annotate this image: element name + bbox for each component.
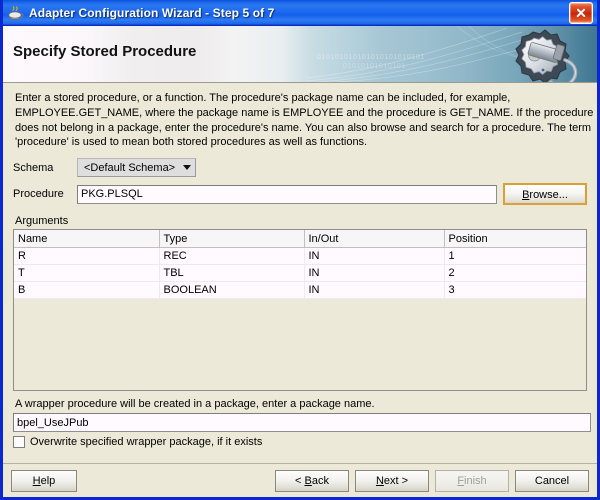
table-header-row: Name Type In/Out Position (14, 230, 586, 249)
cell-name: B (14, 281, 160, 300)
browse-label-rest: rowse... (529, 189, 568, 202)
next-button[interactable]: Next > (355, 469, 429, 492)
column-header-inout[interactable]: In/Out (304, 230, 445, 249)
table-row[interactable]: R REC IN 1 (14, 247, 586, 266)
column-header-type[interactable]: Type (159, 230, 305, 249)
schema-label: Schema (13, 161, 54, 174)
cell-position: 2 (444, 264, 586, 283)
cancel-button[interactable]: Cancel (515, 469, 589, 492)
wizard-banner: Specify Stored Procedure 010101010101010… (3, 26, 597, 83)
cell-position: 1 (444, 247, 586, 266)
title-bar: Adapter Configuration Wizard - Step 5 of… (3, 0, 597, 26)
cell-name: R (14, 247, 160, 266)
wizard-window: Adapter Configuration Wizard - Step 5 of… (0, 0, 600, 500)
java-coffee-cup-icon (7, 4, 25, 22)
description-line-2: EMPLOYEE.GET_NAME, where the package nam… (15, 106, 594, 119)
help-mnemonic: H (32, 474, 41, 487)
cell-name: T (14, 264, 160, 283)
next-mnemonic: N (375, 474, 384, 487)
table-row[interactable]: T TBL IN 2 (14, 264, 586, 283)
cell-type: TBL (159, 264, 305, 283)
back-button[interactable]: < Back (275, 469, 349, 492)
description-text: Enter a stored procedure, or a function.… (3, 83, 597, 152)
chevron-down-icon (183, 165, 192, 171)
arguments-label: Arguments (15, 215, 69, 228)
procedure-row: Procedure Browse... (3, 183, 597, 206)
description-line-3: does not belong in a package, enter the … (15, 121, 592, 134)
cell-position: 3 (444, 281, 586, 300)
wrapper-package-input[interactable] (13, 413, 591, 433)
dialog-button-bar: Help < Back Next > Finish Cancel (3, 463, 597, 497)
table-row[interactable]: B BOOLEAN IN 3 (14, 281, 586, 300)
column-header-position[interactable]: Position (444, 230, 586, 249)
schema-row: Schema <Default Schema> (3, 158, 597, 178)
overwrite-checkbox[interactable] (13, 436, 25, 449)
overwrite-checkbox-row[interactable]: Overwrite specified wrapper package, if … (3, 432, 597, 449)
page-title: Specify Stored Procedure (13, 43, 197, 60)
wrapper-note: A wrapper procedure will be created in a… (15, 398, 375, 411)
description-line-1: Enter a stored procedure, or a function.… (15, 92, 511, 104)
schema-dropdown[interactable]: <Default Schema> (77, 158, 197, 178)
description-line-4: 'procedure' is used to mean both stored … (15, 136, 368, 149)
column-header-name[interactable]: Name (14, 230, 160, 249)
finish-button: Finish (435, 469, 509, 492)
close-icon[interactable] (569, 1, 593, 24)
schema-selected-value: <Default Schema> (84, 161, 176, 174)
cell-inout: IN (304, 264, 445, 283)
binary-decoration-1: 010101010101010101010101 (317, 54, 425, 61)
cell-inout: IN (304, 247, 445, 266)
content-area: Enter a stored procedure, or a function.… (3, 83, 597, 497)
procedure-input[interactable] (77, 184, 497, 204)
back-mnemonic: B (304, 474, 312, 487)
browse-button[interactable]: Browse... (503, 183, 587, 206)
arguments-table: Name Type In/Out Position R REC IN 1 T T… (14, 230, 586, 300)
help-button[interactable]: Help (11, 469, 77, 492)
cell-inout: IN (304, 281, 445, 300)
overwrite-label: Overwrite specified wrapper package, if … (30, 436, 263, 449)
cell-type: REC (159, 247, 305, 266)
gear-and-plug-icon: 010101010101010101010101 01010101010101 (307, 26, 597, 82)
cell-type: BOOLEAN (159, 281, 305, 300)
window-title: Adapter Configuration Wizard - Step 5 of… (29, 5, 275, 20)
procedure-label: Procedure (13, 188, 64, 201)
arguments-table-container[interactable]: Name Type In/Out Position R REC IN 1 T T… (13, 229, 587, 392)
binary-decoration-2: 01010101010101 (343, 63, 406, 70)
